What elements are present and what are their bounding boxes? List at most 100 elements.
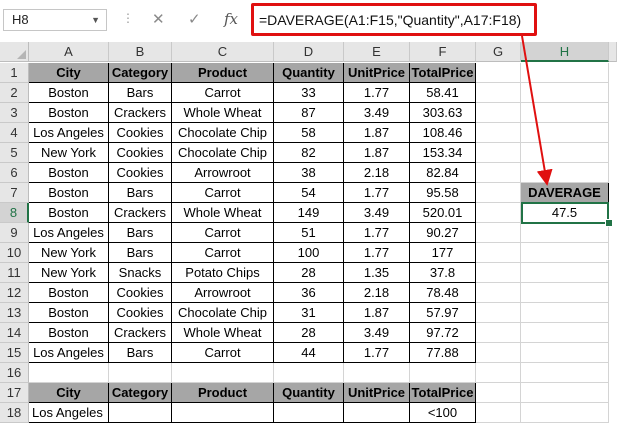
table-cell[interactable]: Chocolate Chip: [172, 303, 274, 323]
row-header-16[interactable]: 16: [0, 363, 29, 383]
cell[interactable]: [476, 103, 521, 123]
column-header-a[interactable]: A: [29, 42, 109, 62]
table-cell[interactable]: Bars: [109, 83, 172, 103]
row-header-13[interactable]: 13: [0, 303, 29, 323]
criteria-header-cell[interactable]: Quantity: [274, 383, 344, 403]
column-header-e[interactable]: E: [344, 42, 410, 62]
fill-handle[interactable]: [605, 219, 613, 227]
table-cell[interactable]: Potato Chips: [172, 263, 274, 283]
table-cell[interactable]: Bars: [109, 183, 172, 203]
table-cell[interactable]: Boston: [29, 283, 109, 303]
row-header-3[interactable]: 3: [0, 103, 29, 123]
row-header-14[interactable]: 14: [0, 323, 29, 343]
table-cell[interactable]: 58.41: [410, 83, 476, 103]
cell[interactable]: [521, 263, 609, 283]
table-cell[interactable]: 28: [274, 323, 344, 343]
table-cell[interactable]: Los Angeles: [29, 343, 109, 363]
cell[interactable]: [476, 163, 521, 183]
cell[interactable]: [476, 283, 521, 303]
table-cell[interactable]: Boston: [29, 83, 109, 103]
cell[interactable]: [476, 363, 521, 383]
table-cell[interactable]: Arrowroot: [172, 163, 274, 183]
cell[interactable]: [344, 363, 410, 383]
cell[interactable]: [521, 83, 609, 103]
cell[interactable]: [476, 243, 521, 263]
row-header-12[interactable]: 12: [0, 283, 29, 303]
criteria-cell[interactable]: <100: [410, 403, 476, 423]
cell[interactable]: [521, 403, 609, 423]
table-cell[interactable]: 33: [274, 83, 344, 103]
table-cell[interactable]: Carrot: [172, 183, 274, 203]
criteria-header-cell[interactable]: UnitPrice: [344, 383, 410, 403]
row-header-18[interactable]: 18: [0, 403, 29, 423]
name-box[interactable]: H8 ▼: [3, 9, 107, 31]
table-cell[interactable]: 177: [410, 243, 476, 263]
row-header-8[interactable]: 8: [0, 203, 29, 223]
cell[interactable]: [521, 243, 609, 263]
column-header-c[interactable]: C: [172, 42, 274, 62]
table-cell[interactable]: Boston: [29, 103, 109, 123]
row-header-5[interactable]: 5: [0, 143, 29, 163]
daverage-label-cell[interactable]: DAVERAGE: [521, 183, 609, 203]
table-cell[interactable]: 58: [274, 123, 344, 143]
criteria-cell[interactable]: [274, 403, 344, 423]
table-cell[interactable]: Arrowroot: [172, 283, 274, 303]
select-all-corner[interactable]: [0, 42, 29, 62]
criteria-cell[interactable]: [109, 403, 172, 423]
cell[interactable]: [29, 363, 109, 383]
table-cell[interactable]: Crackers: [109, 323, 172, 343]
table-cell[interactable]: Cookies: [109, 143, 172, 163]
table-cell[interactable]: 37.8: [410, 263, 476, 283]
row-header-2[interactable]: 2: [0, 83, 29, 103]
spreadsheet-grid[interactable]: A B C D E F G H 1 2 3 4 5 6 7 8 9 10 11 12 13 14 15 16 17 18 City C…: [0, 42, 617, 428]
table-cell[interactable]: 108.46: [410, 123, 476, 143]
table-cell[interactable]: Cookies: [109, 283, 172, 303]
row-header-1[interactable]: 1: [0, 63, 29, 83]
table-cell[interactable]: Snacks: [109, 263, 172, 283]
table-cell[interactable]: 1.87: [344, 303, 410, 323]
table-cell[interactable]: 44: [274, 343, 344, 363]
criteria-header-cell[interactable]: City: [29, 383, 109, 403]
table-header-cell[interactable]: Product: [172, 63, 274, 83]
row-header-15[interactable]: 15: [0, 343, 29, 363]
column-header-g[interactable]: G: [476, 42, 521, 62]
cell[interactable]: [109, 363, 172, 383]
row-header-10[interactable]: 10: [0, 243, 29, 263]
table-cell[interactable]: 31: [274, 303, 344, 323]
cell[interactable]: [476, 303, 521, 323]
table-cell[interactable]: Whole Wheat: [172, 103, 274, 123]
cell[interactable]: [521, 343, 609, 363]
table-cell[interactable]: 1.77: [344, 243, 410, 263]
table-cell[interactable]: 1.77: [344, 183, 410, 203]
cell[interactable]: [476, 383, 521, 403]
table-cell[interactable]: Bars: [109, 343, 172, 363]
column-header-overflow[interactable]: [609, 42, 617, 62]
table-cell[interactable]: 2.18: [344, 283, 410, 303]
row-header-4[interactable]: 4: [0, 123, 29, 143]
cell[interactable]: [476, 123, 521, 143]
table-cell[interactable]: 77.88: [410, 343, 476, 363]
table-cell[interactable]: 90.27: [410, 223, 476, 243]
table-header-cell[interactable]: City: [29, 63, 109, 83]
cell[interactable]: [521, 223, 609, 243]
criteria-cell[interactable]: [344, 403, 410, 423]
criteria-header-cell[interactable]: Category: [109, 383, 172, 403]
cell[interactable]: [521, 323, 609, 343]
cell[interactable]: [410, 363, 476, 383]
table-cell[interactable]: 3.49: [344, 203, 410, 223]
table-header-cell[interactable]: UnitPrice: [344, 63, 410, 83]
cell[interactable]: [521, 283, 609, 303]
table-cell[interactable]: Los Angeles: [29, 123, 109, 143]
cancel-icon[interactable]: ✕: [152, 10, 165, 28]
cell[interactable]: [476, 323, 521, 343]
table-cell[interactable]: 3.49: [344, 103, 410, 123]
table-cell[interactable]: 87: [274, 103, 344, 123]
table-header-cell[interactable]: Quantity: [274, 63, 344, 83]
table-cell[interactable]: Boston: [29, 183, 109, 203]
cell[interactable]: [476, 263, 521, 283]
table-cell[interactable]: 28: [274, 263, 344, 283]
row-header-6[interactable]: 6: [0, 163, 29, 183]
table-cell[interactable]: Crackers: [109, 203, 172, 223]
table-cell[interactable]: 149: [274, 203, 344, 223]
cell[interactable]: [521, 63, 609, 83]
